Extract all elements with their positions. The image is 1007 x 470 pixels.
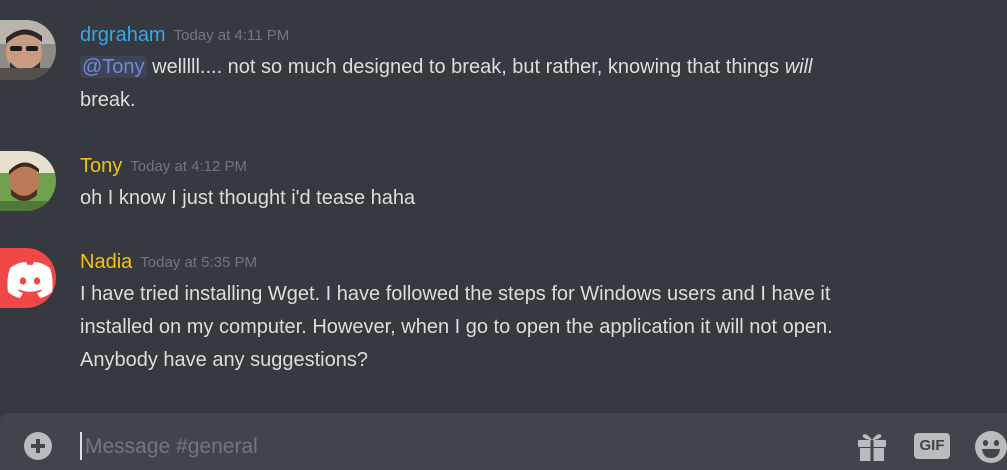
text-caret [80,432,82,460]
avatar-tony[interactable] [0,151,56,211]
gift-icon[interactable] [856,431,888,461]
message-input[interactable] [83,430,807,464]
message-text-line: Anybody have any suggestions? [80,349,368,371]
message-timestamp: Today at 4:12 PM [130,158,247,175]
message-timestamp: Today at 4:11 PM [173,27,290,44]
message-text-line: installed on my computer. However, when … [80,316,833,338]
message-text-line: I have tried installing Wget. I have fol… [80,283,831,305]
avatar-drgraham[interactable] [0,20,56,80]
smiley-emoji-icon[interactable] [974,430,1007,464]
author-name[interactable]: drgraham Today at 4:11 PM [80,23,289,49]
message-timestamp: Today at 5:35 PM [140,254,257,271]
author-name[interactable]: Nadia Today at 5:35 PM [80,250,257,276]
plus-circle-icon[interactable] [24,432,52,460]
message-nadia: Nadia Today at 5:35 PM I have tried insta… [0,238,1007,388]
message-tony: Tony Today at 4:12 PM oh I know I just th… [0,140,1007,220]
message-drgraham: drgraham Today at 4:11 PM @Tony welllll..… [0,0,1007,130]
message-text-line: oh I know I just thought i'd tease haha [80,187,416,209]
message-composer: GIF [0,413,1007,470]
message-text-line: @Tony welllll.... not so much designed t… [80,56,813,78]
user-mention[interactable]: @Tony [80,56,147,78]
message-text-line: break. [80,89,136,111]
author-name[interactable]: Tony Today at 4:12 PM [80,154,247,180]
gif-button[interactable]: GIF [914,433,950,459]
avatar-nadia[interactable] [0,248,56,308]
